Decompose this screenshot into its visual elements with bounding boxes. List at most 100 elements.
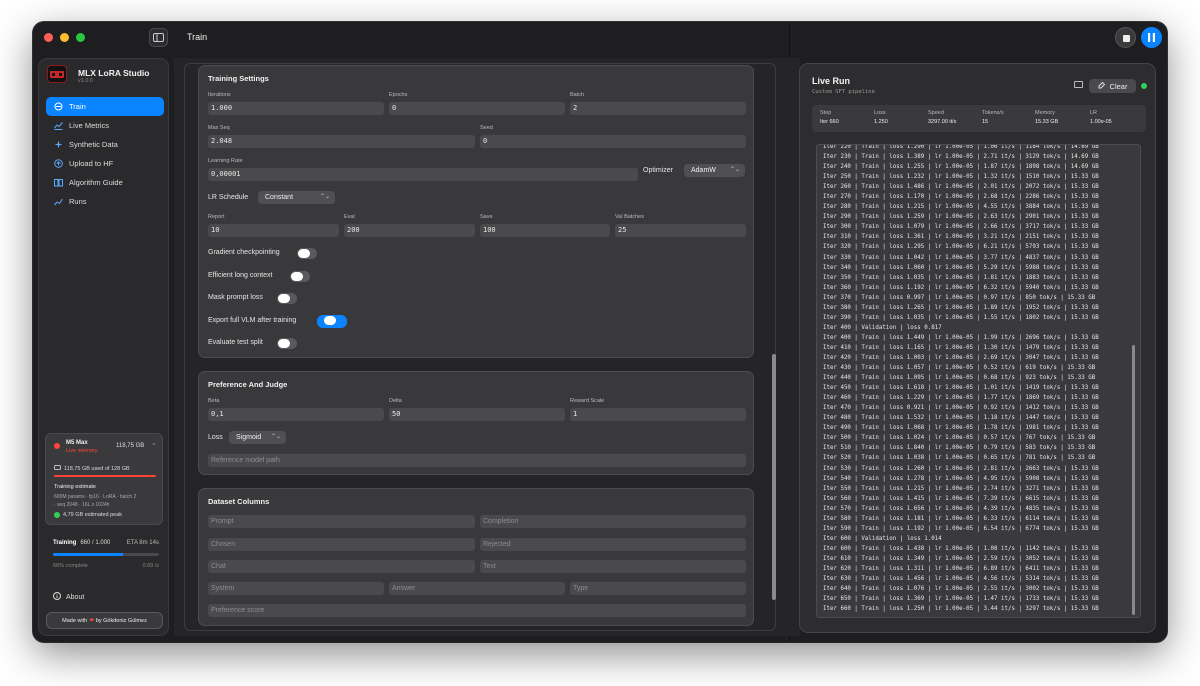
learning-rate-field[interactable]: 0,00001 [208,168,638,181]
training-progress: Training 660 / 1.000 ETA 8m 14s 66% comple… [53,540,159,569]
training-count: 660 / 1.000 [80,540,111,546]
stat-label: Memory [1035,110,1055,116]
evaluate-test-split-label: Evaluate test split [208,339,263,346]
save-field[interactable]: 100 [480,224,610,237]
beta-field[interactable]: 0,1 [208,408,384,421]
epochs-field[interactable]: 0 [389,102,565,115]
about-button[interactable]: About [53,592,84,602]
preference-score-column-field[interactable]: Preference score [208,604,746,617]
memory-usage-bar [54,475,156,477]
evaluate-test-split-toggle[interactable] [277,338,297,349]
chosen-placeholder: Chosen [211,541,236,548]
log-line: Iter 300 | Train | loss 1.079 | lr 1.00e… [823,224,1099,231]
efficient-long-context-toggle[interactable] [290,271,310,282]
completion-column-field[interactable]: Completion [480,515,746,528]
training-log[interactable]: Iter 220 | Train | loss 1.290 | lr 1.00e… [816,144,1141,618]
optimizer-select[interactable]: AdamW ⌃⌄ [684,164,745,177]
sidebar-item-train[interactable]: Train [46,97,164,116]
training-progress-bar [53,553,159,556]
reward-scale-field[interactable]: 1 [570,408,746,421]
log-line: Iter 460 | Train | loss 1.229 | lr 1.00e… [823,395,1099,402]
reference-model-path-field[interactable]: Reference model path [208,454,746,467]
log-line: Iter 570 | Train | loss 1.656 | lr 1.00e… [823,505,1099,512]
loss-label: Loss [208,434,223,441]
sidebar-item-synthetic-data[interactable]: Synthetic Data [46,135,164,154]
chat-column-field[interactable]: Chat [208,560,475,573]
app-version: v1.0.0 [78,78,93,84]
log-scrollbar[interactable] [1132,345,1135,615]
pause-button[interactable] [1141,27,1162,48]
delta-field[interactable]: 50 [389,408,565,421]
system-placeholder: System [211,585,235,592]
memory-status: Live memory [66,448,98,454]
seed-field[interactable]: 0 [480,135,746,148]
chevron-updown-icon: ⌃⌄ [729,167,740,173]
log-line: Iter 220 | Train | loss 1.290 | lr 1.00e… [823,144,1099,150]
toggle-view-icon[interactable] [1074,81,1083,88]
log-line: Iter 360 | Train | loss 1.192 | lr 1.00e… [823,284,1099,291]
report-field[interactable]: 10 [208,224,339,237]
learning-rate-label: Learning Rate [208,158,243,164]
lr-schedule-select[interactable]: Constant ⌃⌄ [258,191,335,204]
stat-lr: LR 1.00e-05 [1090,110,1112,125]
sidebar-item-runs[interactable]: Runs [46,192,164,211]
log-line: Iter 410 | Train | loss 1.165 | lr 1.00e… [823,344,1099,351]
batch-field[interactable]: 2 [570,102,746,115]
system-column-field[interactable]: System [208,582,384,595]
log-line: Iter 500 | Train | loss 1.024 | lr 1.00e… [823,435,1096,442]
book-icon [54,178,63,187]
report-label: Report [208,214,225,220]
chosen-column-field[interactable]: Chosen [208,538,475,551]
sidebar-toggle-button[interactable] [149,28,168,47]
sidebar-item-algorithm-guide[interactable]: Algorithm Guide [46,173,164,192]
mask-prompt-loss-label: Mask prompt loss [208,294,263,301]
log-line: Iter 280 | Train | loss 1.215 | lr 1.00e… [823,204,1099,211]
stop-button[interactable] [1115,27,1136,48]
log-line: Iter 380 | Train | loss 1.265 | lr 1.00e… [823,304,1099,311]
stat-label: Speed [928,110,944,116]
sidebar-item-label: Synthetic Data [69,140,118,149]
gradient-checkpointing-toggle[interactable] [297,248,317,259]
card-title: Dataset Columns [208,497,270,506]
type-column-field[interactable]: Type [570,582,746,595]
log-line: Iter 520 | Train | loss 1.038 | lr 1.00e… [823,455,1096,462]
val-batches-field[interactable]: 25 [615,224,746,237]
chevron-up-icon[interactable]: ⌃ [151,442,157,450]
mask-prompt-loss-toggle[interactable] [277,293,297,304]
estimated-peak: 4,79 GB estimated peak [54,512,122,518]
training-label: Training [53,540,77,546]
optimizer-label: Optimizer [643,167,673,174]
drive-icon [54,465,61,472]
form-scrollbar[interactable] [772,354,776,600]
rejected-column-field[interactable]: Rejected [480,538,746,551]
completion-placeholder: Completion [483,518,519,525]
prompt-column-field[interactable]: Prompt [208,515,475,528]
sidebar-item-upload-to-hf[interactable]: Upload to HF [46,154,164,173]
live-stats-bar: Step Iter 660 Loss 1.250 Speed 3297.00 it/s… [812,105,1146,132]
close-window-button[interactable] [44,33,53,42]
lr-schedule-label: LR Schedule [208,194,249,201]
clear-button[interactable]: Clear [1089,79,1136,93]
batch-label: Batch [570,92,585,98]
chat-placeholder: Chat [211,563,226,570]
answer-column-field[interactable]: Answer [389,582,565,595]
chip-name: M5 Max [66,440,88,446]
minimize-window-button[interactable] [60,33,69,42]
export-full-vlm-toggle[interactable] [317,315,347,328]
lr-schedule-value: Constant [265,194,294,201]
made-with-button[interactable]: Made with ❤ by Gökdeniz Gülmez [46,612,163,629]
zoom-window-button[interactable] [76,33,85,42]
brand: MLX LoRA Studio v1.0.0 [39,59,168,89]
memory-card[interactable]: M5 Max Live memory 118,75 GB ⌃ 118,75 GB… [45,433,163,525]
log-line: Iter 620 | Train | loss 1.311 | lr 1.00e… [823,565,1099,572]
text-column-field[interactable]: Text [480,560,746,573]
log-line: Iter 260 | Train | loss 1.486 | lr 1.00e… [823,184,1099,191]
max-seq-field[interactable]: 2.048 [208,135,475,148]
eval-field[interactable]: 200 [344,224,475,237]
sidebar-item-live-metrics[interactable]: Live Metrics [46,116,164,135]
seed-label: Seed [480,125,493,131]
iterations-field[interactable]: 1.000 [208,102,384,115]
log-line: Iter 430 | Train | loss 1.057 | lr 1.00e… [823,365,1096,372]
loss-select[interactable]: Sigmoid ⌃⌄ [229,431,286,444]
stat-label: Loss [874,110,886,116]
